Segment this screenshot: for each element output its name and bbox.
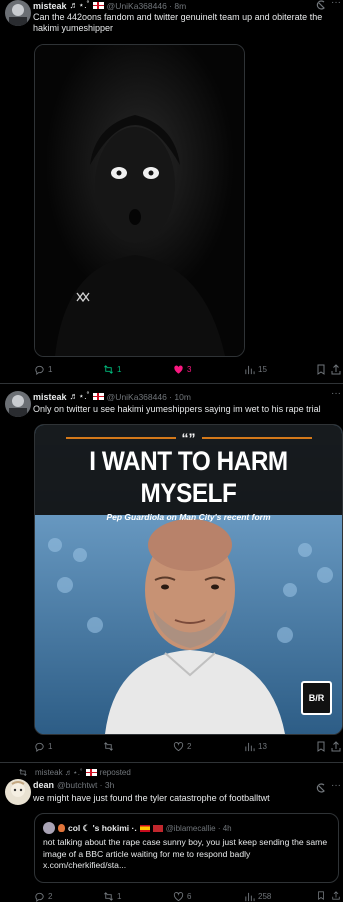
share-icon[interactable] xyxy=(331,741,341,752)
image-subheadline: Pep Guardiola on Man City's recent form xyxy=(106,512,271,522)
like-icon xyxy=(174,365,183,374)
like-count: 2 xyxy=(187,742,192,751)
bookmark-icon[interactable] xyxy=(316,364,326,375)
handle-and-time[interactable]: @UniKa368446 · 8m xyxy=(107,1,187,11)
author-name[interactable]: dean xyxy=(33,780,54,790)
divider xyxy=(0,762,343,763)
repost-icon xyxy=(19,768,27,777)
views-button[interactable]: 258 xyxy=(244,891,271,902)
quote-author[interactable]: col ☾ 's hokimi ·. xyxy=(68,823,137,834)
england-flag-icon xyxy=(92,2,104,9)
retweet-icon xyxy=(104,892,113,901)
tweet-image[interactable]: “” I WANT TO HARM MYSELF Pep Guardiola o… xyxy=(34,424,343,735)
avatar[interactable] xyxy=(5,0,31,26)
views-icon xyxy=(245,892,255,902)
author-name[interactable]: misteak xyxy=(33,392,67,402)
quote-text: not talking about the rape case sunny bo… xyxy=(43,837,328,870)
tweet-video[interactable] xyxy=(34,44,245,357)
quote-tweet[interactable]: col ☾ 's hokimi ·. @iblamecallie · 4h no… xyxy=(34,813,339,883)
retweet-icon xyxy=(104,742,113,751)
bookmark-icon[interactable] xyxy=(316,741,326,752)
retweet-icon xyxy=(104,365,113,374)
like-button[interactable]: 2 xyxy=(173,741,191,752)
grok-icon[interactable] xyxy=(316,0,326,10)
england-flag-icon xyxy=(85,769,97,776)
like-button[interactable]: 6 xyxy=(173,891,191,902)
tweet-text: Can the 442oons fandom and twitter genui… xyxy=(33,12,323,33)
reply-icon xyxy=(35,742,44,752)
tweet-text: we might have just found the tyler catas… xyxy=(33,793,270,803)
br-logo: B/R xyxy=(301,681,332,715)
reply-button[interactable]: 1 xyxy=(34,741,52,752)
avatar[interactable] xyxy=(5,779,31,805)
quote-handle-and-time[interactable]: @iblamecallie · 4h xyxy=(166,824,232,833)
handle-and-time[interactable]: @UniKa368446 · 10m xyxy=(107,392,191,402)
name-symbols: ♬⋆.˚ xyxy=(69,0,90,10)
reply-count: 1 xyxy=(48,742,53,751)
more-icon[interactable]: ··· xyxy=(331,388,341,399)
repost-suffix: reposted xyxy=(99,768,131,777)
divider xyxy=(0,383,343,384)
quote-avatar[interactable] xyxy=(43,822,55,834)
like-button[interactable]: 3 xyxy=(173,364,191,375)
views-count: 15 xyxy=(258,365,267,374)
retweet-count: 1 xyxy=(117,365,122,374)
spain-flag-icon xyxy=(139,824,150,832)
retweet-button[interactable] xyxy=(103,741,117,752)
repost-user[interactable]: misteak ♬⋆.˚ xyxy=(35,768,83,777)
more-icon[interactable]: ··· xyxy=(331,0,341,8)
like-count: 3 xyxy=(187,365,192,374)
br-logo-text: B/R xyxy=(308,693,325,703)
grok-icon[interactable] xyxy=(316,783,326,793)
more-icon[interactable]: ··· xyxy=(331,780,341,791)
morocco-flag-icon xyxy=(152,824,163,832)
avatar[interactable] xyxy=(5,391,31,417)
views-icon xyxy=(245,742,255,752)
views-icon xyxy=(245,365,255,375)
tweet-text: Only on twitter u see hakimi yumeshipper… xyxy=(33,404,321,414)
handle-and-time[interactable]: @butchtwt · 3h xyxy=(57,780,114,790)
name-symbols: ♬⋆.˚ xyxy=(69,391,90,401)
views-count: 13 xyxy=(258,742,267,751)
reply-button[interactable]: 1 xyxy=(34,364,52,375)
retweet-button[interactable]: 1 xyxy=(103,364,121,375)
share-icon[interactable] xyxy=(331,364,341,375)
retweet-button[interactable]: 1 xyxy=(103,891,121,902)
like-icon xyxy=(173,742,184,752)
reply-button[interactable]: 2 xyxy=(34,891,52,902)
like-icon xyxy=(173,892,184,902)
author-name[interactable]: misteak xyxy=(33,1,67,11)
reply-icon xyxy=(35,892,44,902)
views-button[interactable]: 13 xyxy=(244,741,267,752)
reply-count: 1 xyxy=(48,365,53,374)
bookmark-icon[interactable] xyxy=(316,891,326,900)
quote-emoji-icon xyxy=(58,824,65,832)
share-icon[interactable] xyxy=(331,891,341,900)
quote-mark: “” xyxy=(181,430,196,446)
england-flag-icon xyxy=(92,393,104,400)
repost-header[interactable]: misteak ♬⋆.˚ reposted xyxy=(18,768,131,777)
image-headline: I WANT TO HARM MYSELF xyxy=(89,446,288,508)
reply-icon xyxy=(35,365,44,375)
views-button[interactable]: 15 xyxy=(244,364,267,375)
